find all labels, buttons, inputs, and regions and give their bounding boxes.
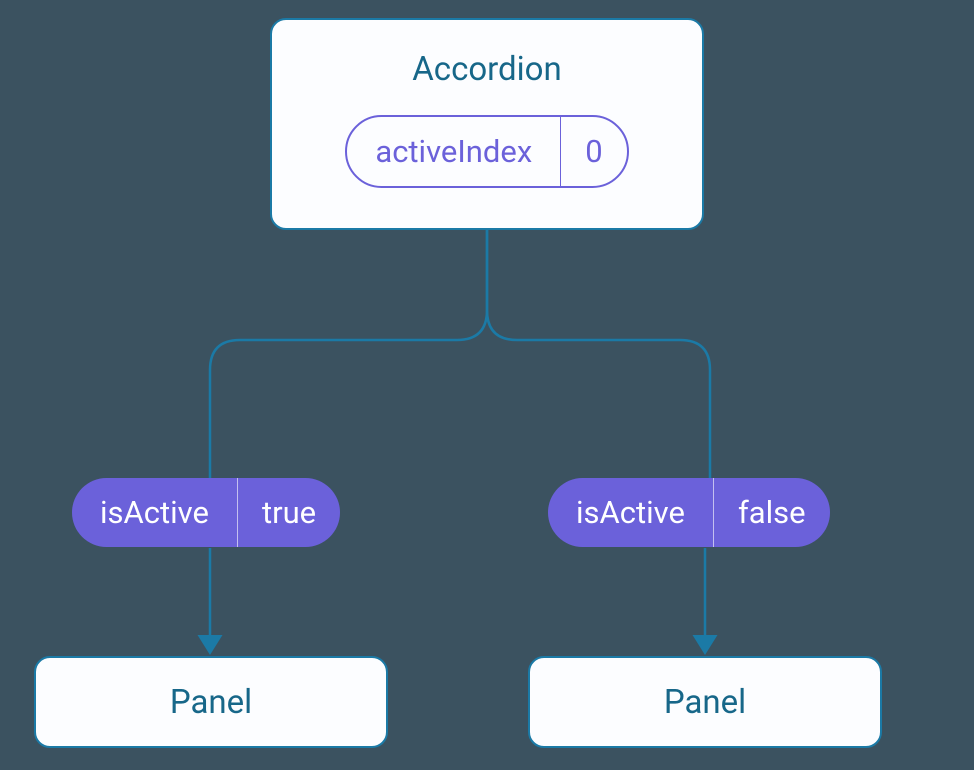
state-value-label: 0 [561, 117, 626, 186]
prop-name-label: isActive [72, 478, 238, 547]
panel-title: Panel [664, 683, 746, 722]
prop-pill-isactive-left: isActive true [72, 478, 340, 547]
prop-value-label: true [238, 478, 340, 547]
prop-value-label: false [714, 478, 830, 547]
panel-component-box-left: Panel [34, 656, 388, 748]
accordion-component-box: Accordion activeIndex 0 [270, 18, 704, 230]
accordion-title: Accordion [412, 50, 561, 89]
prop-pill-isactive-right: isActive false [548, 478, 830, 547]
prop-name-label: isActive [548, 478, 714, 547]
state-pill-activeindex: activeIndex 0 [345, 115, 628, 188]
panel-title: Panel [170, 683, 252, 722]
panel-component-box-right: Panel [528, 656, 882, 748]
state-name-label: activeIndex [347, 117, 561, 186]
